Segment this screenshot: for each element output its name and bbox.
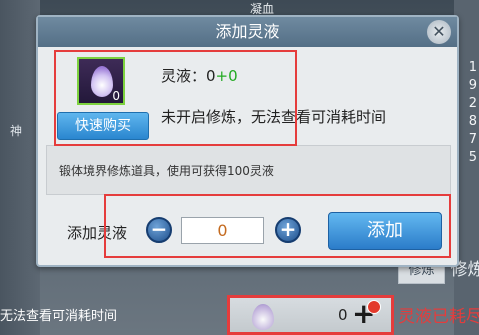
highlight-add-controls [104, 194, 451, 258]
exhausted-status: 灵液已耗尽 [398, 307, 479, 327]
background-left-panel [0, 0, 40, 335]
notification-dot-icon [367, 300, 381, 314]
spirit-liquid-icon [252, 304, 274, 330]
slot-count: 0 [338, 306, 348, 324]
item-description: 锻体境界修炼道具，使用可获得100灵液 [59, 164, 274, 178]
dialog-title: 添加灵液 [38, 17, 457, 47]
background-side-char: 神 [9, 124, 22, 138]
spirit-liquid-slot[interactable]: 0 + [227, 295, 394, 335]
highlight-item-area [54, 50, 297, 146]
close-button[interactable]: ✕ [427, 20, 451, 44]
description-box: 锻体境界修炼道具，使用可获得100灵液 [46, 145, 451, 195]
background-status-text: 无法查看可消耗时间 [0, 309, 118, 324]
